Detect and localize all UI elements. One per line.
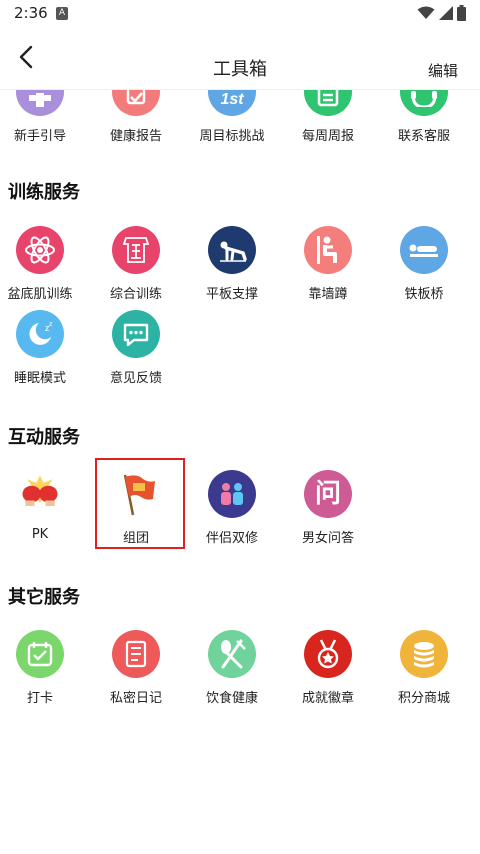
tool-sleep-mode[interactable]: zz 睡眠模式 — [0, 310, 88, 386]
tool-comprehensive-training[interactable]: 综合训练 — [88, 226, 184, 302]
wall-squat-icon — [304, 226, 352, 274]
section-title-training: 训练服务 — [8, 182, 80, 203]
tool-private-diary[interactable]: 私密日记 — [88, 630, 184, 706]
section-title-other: 其它服务 — [8, 587, 80, 608]
section-title-interactive: 互动服务 — [8, 427, 80, 448]
medal-icon — [304, 630, 352, 678]
utensils-icon — [208, 630, 256, 678]
tool-weekly-report[interactable]: 每周周报 — [280, 90, 376, 144]
status-icons — [417, 5, 466, 21]
bridge-icon — [400, 226, 448, 274]
tool-health-report[interactable]: 健康报告 — [88, 90, 184, 144]
wifi-icon — [417, 6, 435, 19]
tool-couple-practice[interactable]: 伴侣双修 — [184, 470, 280, 546]
edit-button[interactable]: 编辑 — [428, 60, 458, 81]
tool-achievement-badge[interactable]: 成就徽章 — [280, 630, 376, 706]
list-icon — [304, 90, 352, 116]
plus-icon — [16, 90, 64, 116]
battery-icon — [457, 5, 466, 21]
page-title: 工具箱 — [213, 59, 267, 80]
tool-weekly-goal[interactable]: 1st 周目标挑战 — [184, 90, 280, 144]
tool-feedback[interactable]: 意见反馈 — [88, 310, 184, 386]
notification-icon: A — [56, 7, 68, 20]
toolbox-content: 新手引导 健康报告 1st 周目标挑战 每周周报 联系客服 训练服务 盆底肌训练… — [0, 90, 480, 854]
tool-check-in[interactable]: 打卡 — [0, 630, 88, 706]
plank-icon — [208, 226, 256, 274]
report-icon — [112, 90, 160, 116]
svg-text:z: z — [49, 321, 53, 328]
coins-icon — [400, 630, 448, 678]
tool-wall-squat[interactable]: 靠墙蹲 — [280, 226, 376, 302]
signal-icon — [439, 6, 453, 20]
training-icon — [112, 226, 160, 274]
calendar-check-icon — [16, 630, 64, 678]
chat-icon — [112, 310, 160, 358]
couple-icon — [208, 470, 256, 518]
moon-icon: zz — [16, 310, 64, 358]
tool-qa[interactable]: 问 男女问答 — [280, 470, 376, 546]
status-time: 2:36 — [14, 4, 48, 22]
target-icon: 1st — [208, 90, 256, 116]
top-tools-row: 新手引导 健康报告 1st 周目标挑战 每周周报 联系客服 — [0, 90, 480, 150]
tool-newbie-guide[interactable]: 新手引导 — [0, 90, 88, 144]
boxing-gloves-icon — [16, 470, 64, 518]
status-bar: 2:36 A — [0, 0, 480, 28]
svg-text:1st: 1st — [220, 91, 244, 107]
diary-icon — [112, 630, 160, 678]
tool-customer-service[interactable]: 联系客服 — [376, 90, 472, 144]
selection-highlight — [95, 458, 185, 549]
tool-points-mall[interactable]: 积分商城 — [376, 630, 472, 706]
tool-iron-bridge[interactable]: 铁板桥 — [376, 226, 472, 302]
tool-diet-health[interactable]: 饮食健康 — [184, 630, 280, 706]
atom-icon — [16, 226, 64, 274]
tool-pelvic-floor-training[interactable]: 盆底肌训练 — [0, 226, 88, 302]
top-nav-bar: 工具箱 编辑 — [0, 28, 480, 90]
tool-pk[interactable]: PK — [0, 470, 88, 542]
headset-icon — [400, 90, 448, 116]
question-icon: 问 — [304, 470, 352, 518]
tool-plank[interactable]: 平板支撑 — [184, 226, 280, 302]
